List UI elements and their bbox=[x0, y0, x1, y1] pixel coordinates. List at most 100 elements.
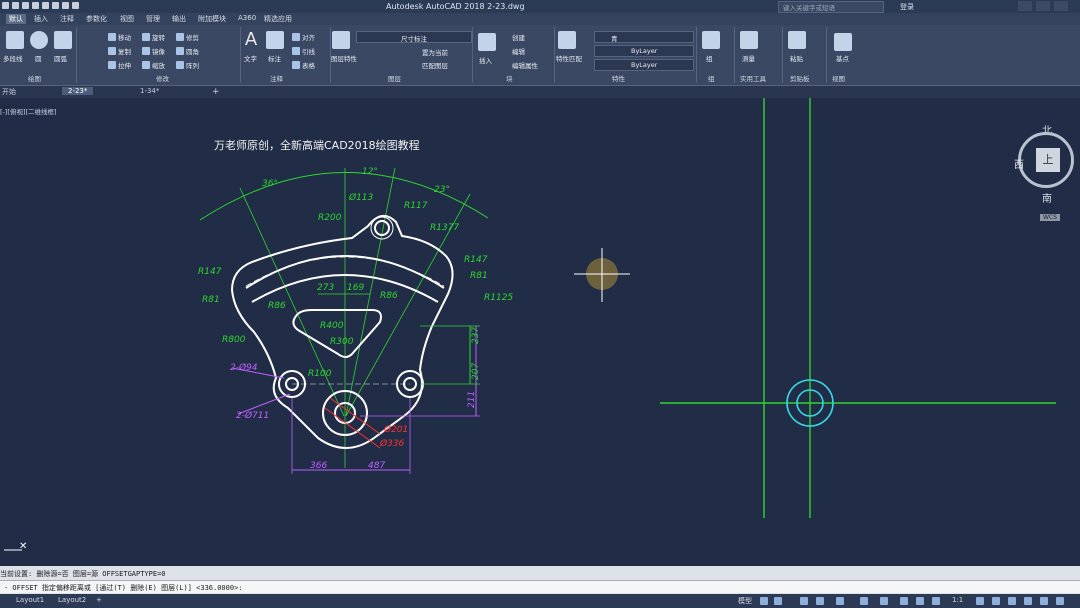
workspace-gear-icon[interactable] bbox=[976, 597, 984, 605]
color-dropdown[interactable]: 青 bbox=[594, 31, 694, 43]
layer-properties-label[interactable]: 图层特性 bbox=[331, 53, 357, 63]
minimize-button[interactable] bbox=[1018, 1, 1032, 11]
mirror-icon[interactable] bbox=[142, 47, 150, 55]
table-icon[interactable] bbox=[292, 61, 300, 69]
command-input[interactable]: - OFFSET 指定偏移距离或 [通过(T) 删除(E) 图层(L)] <33… bbox=[0, 580, 1080, 593]
draw-panel-title[interactable]: 绘图 bbox=[28, 73, 41, 83]
new-icon[interactable] bbox=[12, 2, 19, 9]
selection-cycling-icon[interactable] bbox=[900, 597, 908, 605]
base-label[interactable]: 基点 bbox=[836, 53, 849, 63]
viewcube-top[interactable]: 上 bbox=[1036, 148, 1060, 172]
viewcube-west[interactable]: 西 bbox=[1014, 156, 1024, 171]
restore-button[interactable] bbox=[1036, 1, 1050, 11]
align-icon[interactable] bbox=[292, 33, 300, 41]
paste-icon[interactable] bbox=[788, 31, 806, 49]
copy-label[interactable]: 复制 bbox=[118, 46, 131, 56]
save-icon[interactable] bbox=[32, 2, 39, 9]
group-label[interactable]: 组 bbox=[706, 53, 713, 63]
stretch-label[interactable]: 拉伸 bbox=[118, 60, 131, 70]
properties-panel-title[interactable]: 特性 bbox=[612, 73, 625, 83]
layer-properties-icon[interactable] bbox=[332, 31, 350, 49]
make-current-label[interactable]: 置为当前 bbox=[422, 47, 448, 57]
file-tab-start[interactable]: 开始 bbox=[2, 87, 16, 97]
rotate-icon[interactable] bbox=[142, 33, 150, 41]
arc-label[interactable]: 圆弧 bbox=[54, 53, 67, 63]
viewcube[interactable]: 北 西 上 南 WCS bbox=[1014, 122, 1076, 221]
polyline-icon[interactable] bbox=[6, 31, 24, 49]
edit-attr-label[interactable]: 编辑属性 bbox=[512, 60, 538, 70]
print-icon[interactable] bbox=[52, 2, 59, 9]
insert-label[interactable]: 插入 bbox=[479, 55, 492, 65]
match-properties-label[interactable]: 特性匹配 bbox=[556, 53, 582, 63]
grid-icon[interactable] bbox=[760, 597, 768, 605]
osnap-icon[interactable] bbox=[836, 597, 844, 605]
tab-featured[interactable]: 精选应用 bbox=[264, 14, 292, 24]
block-panel-title[interactable]: 块 bbox=[506, 73, 513, 83]
close-button[interactable] bbox=[1054, 1, 1068, 11]
array-icon[interactable] bbox=[176, 61, 184, 69]
tab-insert[interactable]: 插入 bbox=[34, 14, 48, 24]
fillet-icon[interactable] bbox=[176, 47, 184, 55]
saveas-icon[interactable] bbox=[42, 2, 49, 9]
annotation-visibility-icon[interactable] bbox=[916, 597, 924, 605]
annotation-panel-title[interactable]: 注释 bbox=[270, 73, 283, 83]
transparency-icon[interactable] bbox=[880, 597, 888, 605]
base-icon[interactable] bbox=[834, 33, 852, 51]
measure-icon[interactable] bbox=[740, 31, 758, 49]
units-icon[interactable] bbox=[1008, 597, 1016, 605]
model-space-toggle[interactable]: 模型 bbox=[738, 596, 752, 606]
layout1-tab[interactable]: Layout1 bbox=[16, 596, 44, 604]
viewcube-south[interactable]: 南 bbox=[1042, 190, 1052, 205]
mirror-label[interactable]: 镜像 bbox=[152, 46, 165, 56]
rotate-label[interactable]: 旋转 bbox=[152, 32, 165, 42]
circle-label[interactable]: 圆 bbox=[35, 53, 42, 63]
align-label[interactable]: 对齐 bbox=[302, 32, 315, 42]
group-icon[interactable] bbox=[702, 31, 720, 49]
array-label[interactable]: 阵列 bbox=[186, 60, 199, 70]
measure-label[interactable]: 测量 bbox=[742, 53, 755, 63]
dimension-label[interactable]: 标注 bbox=[268, 53, 281, 63]
layout2-tab[interactable]: Layout2 bbox=[58, 596, 86, 604]
match-layer-label[interactable]: 匹配图层 bbox=[422, 60, 448, 70]
trim-label[interactable]: 修剪 bbox=[186, 32, 199, 42]
annotation-monitor-icon[interactable] bbox=[992, 597, 1000, 605]
lineweight-dropdown[interactable]: ByLayer bbox=[594, 59, 694, 71]
ortho-icon[interactable] bbox=[800, 597, 808, 605]
quick-properties-icon[interactable] bbox=[1024, 597, 1032, 605]
fillet-label[interactable]: 圆角 bbox=[186, 46, 199, 56]
wcs-menu[interactable]: WCS bbox=[1040, 214, 1060, 221]
new-tab-button[interactable]: + bbox=[212, 87, 220, 97]
groups-panel-title[interactable]: 组 bbox=[708, 73, 715, 83]
view-panel-title[interactable]: 视图 bbox=[832, 73, 845, 83]
polyline-label[interactable]: 多段线 bbox=[3, 53, 23, 63]
search-input[interactable]: 键入关键字或短语 bbox=[778, 1, 884, 13]
tab-parametric[interactable]: 参数化 bbox=[86, 14, 107, 24]
utilities-panel-title[interactable]: 实用工具 bbox=[740, 73, 766, 83]
add-layout-button[interactable]: + bbox=[96, 596, 102, 604]
copy-icon[interactable] bbox=[108, 47, 116, 55]
linetype-dropdown[interactable]: ByLayer bbox=[594, 45, 694, 57]
open-icon[interactable] bbox=[22, 2, 29, 9]
dimension-icon[interactable] bbox=[266, 31, 284, 49]
match-properties-icon[interactable] bbox=[558, 31, 576, 49]
tab-annotate[interactable]: 注释 bbox=[60, 14, 74, 24]
polar-icon[interactable] bbox=[816, 597, 824, 605]
drawing-canvas[interactable]: [-][俯视][二维线框] 万老师原创，全新高端CAD2018绘图教程 36° … bbox=[0, 98, 1080, 566]
insert-icon[interactable] bbox=[478, 33, 496, 51]
leader-icon[interactable] bbox=[292, 47, 300, 55]
tab-addins[interactable]: 附加模块 bbox=[198, 14, 226, 24]
tab-output[interactable]: 输出 bbox=[172, 14, 186, 24]
paste-label[interactable]: 粘贴 bbox=[790, 53, 803, 63]
edit-block-label[interactable]: 编辑 bbox=[512, 46, 525, 56]
leader-label[interactable]: 引线 bbox=[302, 46, 315, 56]
tab-view[interactable]: 视图 bbox=[120, 14, 134, 24]
file-tab-2-23[interactable]: 2-23* bbox=[62, 87, 94, 95]
create-block-label[interactable]: 创建 bbox=[512, 32, 525, 42]
app-menu-icon[interactable] bbox=[2, 2, 9, 9]
tab-home[interactable]: 默认 bbox=[6, 14, 26, 24]
scale-label[interactable]: 缩放 bbox=[152, 60, 165, 70]
redo-icon[interactable] bbox=[72, 2, 79, 9]
arc-icon[interactable] bbox=[54, 31, 72, 49]
move-label[interactable]: 移动 bbox=[118, 32, 131, 42]
login-button[interactable]: 登录 bbox=[900, 2, 914, 12]
